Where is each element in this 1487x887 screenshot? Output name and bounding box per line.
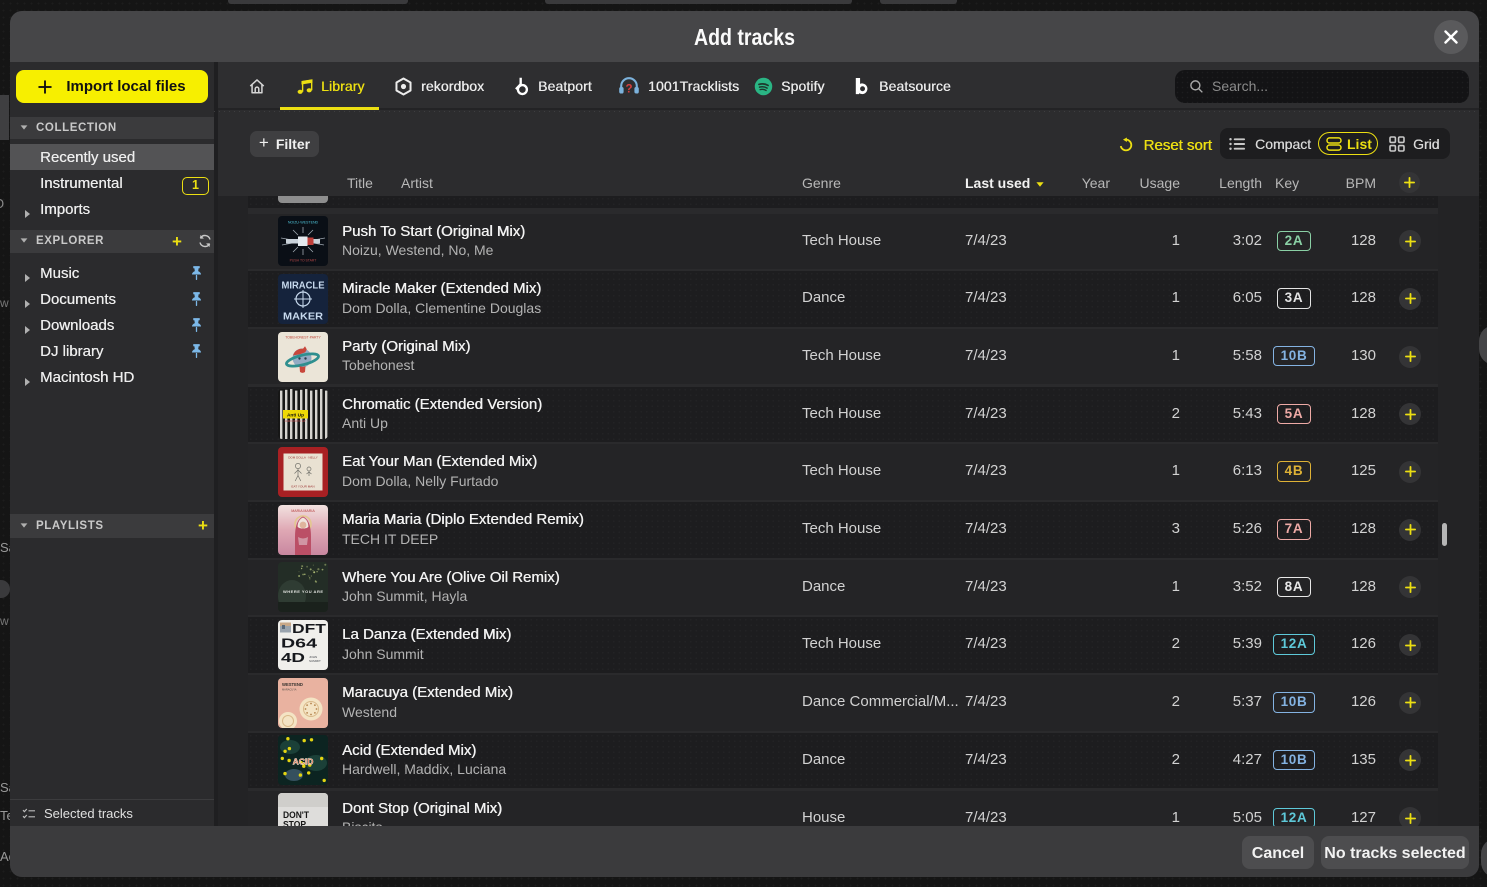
svg-text:SUMMIT: SUMMIT	[309, 659, 321, 663]
svg-text:?: ?	[625, 84, 632, 96]
svg-text:NOIZU·WESTEND: NOIZU·WESTEND	[288, 221, 319, 225]
svg-text:DFT: DFT	[292, 621, 326, 636]
svg-text:MARACUYA: MARACUYA	[282, 687, 297, 691]
svg-text:DON'T: DON'T	[283, 810, 309, 820]
svg-text:CHROMATIC EP: CHROMATIC EP	[284, 419, 305, 423]
svg-text:D64: D64	[281, 636, 318, 651]
svg-text:TOBEHONEST·PARTY: TOBEHONEST·PARTY	[285, 335, 321, 339]
svg-text:MARIA MARIA: MARIA MARIA	[291, 509, 315, 513]
svg-text:WHERE YOU ARE: WHERE YOU ARE	[283, 589, 323, 594]
svg-text:MAKER: MAKER	[283, 311, 324, 322]
svg-text:EAT YOUR MAN: EAT YOUR MAN	[291, 484, 314, 488]
svg-text:MIRACLE: MIRACLE	[282, 280, 325, 291]
svg-text:WESTEND: WESTEND	[282, 682, 303, 687]
svg-text:Anti Up: Anti Up	[287, 413, 304, 419]
svg-text:PUSH TO START: PUSH TO START	[290, 259, 317, 263]
svg-text:4D: 4D	[281, 650, 305, 665]
svg-text:ACID: ACID	[293, 757, 314, 767]
svg-text:DOM DOLLA · NELLY: DOM DOLLA · NELLY	[288, 455, 317, 459]
